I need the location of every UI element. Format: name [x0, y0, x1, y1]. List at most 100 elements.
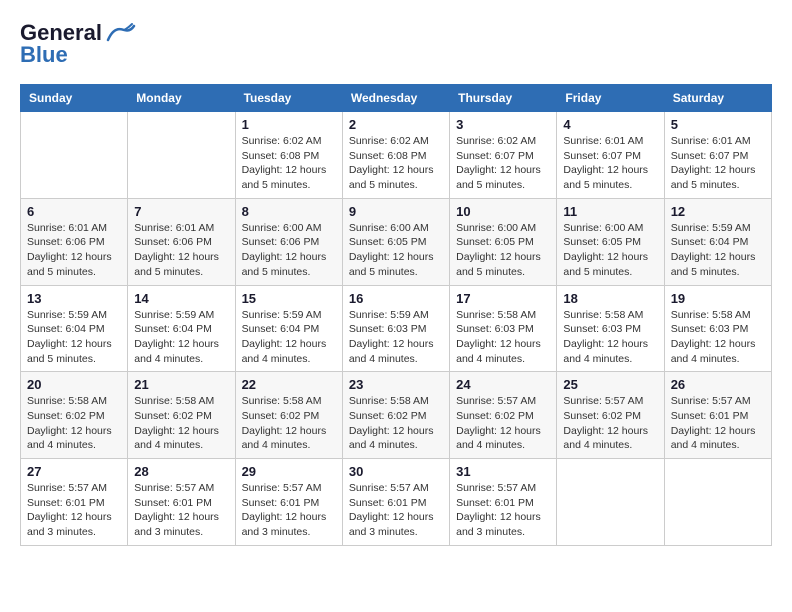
day-info: Sunrise: 6:00 AM Sunset: 6:06 PM Dayligh…: [242, 221, 336, 280]
header-friday: Friday: [557, 85, 664, 112]
day-number: 30: [349, 464, 443, 479]
day-info: Sunrise: 5:58 AM Sunset: 6:03 PM Dayligh…: [671, 308, 765, 367]
calendar-cell: 7 Sunrise: 6:01 AM Sunset: 6:06 PM Daylig…: [128, 198, 235, 285]
logo-bird-icon: [104, 22, 136, 44]
header-saturday: Saturday: [664, 85, 771, 112]
day-number: 6: [27, 204, 121, 219]
calendar-cell: 21 Sunrise: 5:58 AM Sunset: 6:02 PM Dayli…: [128, 372, 235, 459]
calendar-cell: 10Sunrise: 6:00 AM Sunset: 6:05 PM Dayli…: [450, 198, 557, 285]
day-number: 5: [671, 117, 765, 132]
calendar-cell: 11 Sunrise: 6:00 AM Sunset: 6:05 PM Dayli…: [557, 198, 664, 285]
calendar-cell: 1 Sunrise: 6:02 AM Sunset: 6:08 PM Daylig…: [235, 112, 342, 199]
day-number: 18: [563, 291, 657, 306]
day-number: 29: [242, 464, 336, 479]
calendar-cell: 18 Sunrise: 5:58 AM Sunset: 6:03 PM Dayli…: [557, 285, 664, 372]
header-tuesday: Tuesday: [235, 85, 342, 112]
day-info: Sunrise: 5:57 AM Sunset: 6:01 PM Dayligh…: [134, 481, 228, 540]
calendar-cell: 23 Sunrise: 5:58 AM Sunset: 6:02 PM Dayli…: [342, 372, 449, 459]
logo-blue: Blue: [20, 42, 68, 68]
calendar-cell: 14 Sunrise: 5:59 AM Sunset: 6:04 PM Dayli…: [128, 285, 235, 372]
calendar-cell: 16Sunrise: 5:59 AM Sunset: 6:03 PM Dayli…: [342, 285, 449, 372]
day-number: 21: [134, 377, 228, 392]
day-number: 14: [134, 291, 228, 306]
day-number: 26: [671, 377, 765, 392]
calendar-cell: 27 Sunrise: 5:57 AM Sunset: 6:01 PM Dayli…: [21, 459, 128, 546]
calendar-cell: 5 Sunrise: 6:01 AM Sunset: 6:07 PM Daylig…: [664, 112, 771, 199]
day-number: 11: [563, 204, 657, 219]
calendar-cell: 31Sunrise: 5:57 AM Sunset: 6:01 PM Dayli…: [450, 459, 557, 546]
calendar-table: SundayMondayTuesdayWednesdayThursdayFrid…: [20, 84, 772, 546]
day-number: 17: [456, 291, 550, 306]
day-number: 2: [349, 117, 443, 132]
calendar-week-2: 6 Sunrise: 6:01 AM Sunset: 6:06 PM Daylig…: [21, 198, 772, 285]
day-number: 7: [134, 204, 228, 219]
day-info: Sunrise: 5:59 AM Sunset: 6:04 PM Dayligh…: [242, 308, 336, 367]
day-info: Sunrise: 5:58 AM Sunset: 6:02 PM Dayligh…: [134, 394, 228, 453]
calendar-cell: 9 Sunrise: 6:00 AM Sunset: 6:05 PM Daylig…: [342, 198, 449, 285]
logo: General Blue: [20, 20, 136, 68]
calendar-cell: 19 Sunrise: 5:58 AM Sunset: 6:03 PM Dayli…: [664, 285, 771, 372]
calendar-cell: [664, 459, 771, 546]
day-number: 25: [563, 377, 657, 392]
day-number: 27: [27, 464, 121, 479]
day-info: Sunrise: 5:58 AM Sunset: 6:03 PM Dayligh…: [563, 308, 657, 367]
day-number: 20: [27, 377, 121, 392]
calendar-cell: 6 Sunrise: 6:01 AM Sunset: 6:06 PM Daylig…: [21, 198, 128, 285]
calendar-header-row: SundayMondayTuesdayWednesdayThursdayFrid…: [21, 85, 772, 112]
day-info: Sunrise: 6:00 AM Sunset: 6:05 PM Dayligh…: [456, 221, 550, 280]
day-info: Sunrise: 5:58 AM Sunset: 6:03 PM Dayligh…: [456, 308, 550, 367]
calendar-week-4: 20 Sunrise: 5:58 AM Sunset: 6:02 PM Dayli…: [21, 372, 772, 459]
day-number: 22: [242, 377, 336, 392]
day-number: 12: [671, 204, 765, 219]
day-info: Sunrise: 5:58 AM Sunset: 6:02 PM Dayligh…: [27, 394, 121, 453]
day-info: Sunrise: 6:02 AM Sunset: 6:08 PM Dayligh…: [242, 134, 336, 193]
calendar-cell: [21, 112, 128, 199]
day-info: Sunrise: 6:01 AM Sunset: 6:07 PM Dayligh…: [563, 134, 657, 193]
day-info: Sunrise: 5:57 AM Sunset: 6:01 PM Dayligh…: [456, 481, 550, 540]
header-sunday: Sunday: [21, 85, 128, 112]
day-info: Sunrise: 5:57 AM Sunset: 6:01 PM Dayligh…: [242, 481, 336, 540]
day-info: Sunrise: 6:01 AM Sunset: 6:06 PM Dayligh…: [27, 221, 121, 280]
calendar-cell: 22Sunrise: 5:58 AM Sunset: 6:02 PM Dayli…: [235, 372, 342, 459]
day-info: Sunrise: 6:01 AM Sunset: 6:06 PM Dayligh…: [134, 221, 228, 280]
day-number: 4: [563, 117, 657, 132]
header-monday: Monday: [128, 85, 235, 112]
calendar-cell: 24Sunrise: 5:57 AM Sunset: 6:02 PM Dayli…: [450, 372, 557, 459]
day-info: Sunrise: 5:57 AM Sunset: 6:02 PM Dayligh…: [563, 394, 657, 453]
calendar-cell: [557, 459, 664, 546]
day-info: Sunrise: 5:59 AM Sunset: 6:04 PM Dayligh…: [134, 308, 228, 367]
day-number: 15: [242, 291, 336, 306]
day-info: Sunrise: 5:57 AM Sunset: 6:01 PM Dayligh…: [27, 481, 121, 540]
day-info: Sunrise: 6:01 AM Sunset: 6:07 PM Dayligh…: [671, 134, 765, 193]
header-thursday: Thursday: [450, 85, 557, 112]
day-info: Sunrise: 5:59 AM Sunset: 6:04 PM Dayligh…: [27, 308, 121, 367]
day-number: 16: [349, 291, 443, 306]
day-number: 23: [349, 377, 443, 392]
day-number: 24: [456, 377, 550, 392]
day-info: Sunrise: 6:00 AM Sunset: 6:05 PM Dayligh…: [563, 221, 657, 280]
day-number: 1: [242, 117, 336, 132]
day-info: Sunrise: 5:57 AM Sunset: 6:01 PM Dayligh…: [349, 481, 443, 540]
calendar-cell: 12 Sunrise: 5:59 AM Sunset: 6:04 PM Dayli…: [664, 198, 771, 285]
day-info: Sunrise: 5:58 AM Sunset: 6:02 PM Dayligh…: [349, 394, 443, 453]
calendar-cell: 3Sunrise: 6:02 AM Sunset: 6:07 PM Daylig…: [450, 112, 557, 199]
day-info: Sunrise: 6:00 AM Sunset: 6:05 PM Dayligh…: [349, 221, 443, 280]
calendar-cell: 2 Sunrise: 6:02 AM Sunset: 6:08 PM Daylig…: [342, 112, 449, 199]
day-info: Sunrise: 5:57 AM Sunset: 6:01 PM Dayligh…: [671, 394, 765, 453]
calendar-cell: 4 Sunrise: 6:01 AM Sunset: 6:07 PM Daylig…: [557, 112, 664, 199]
calendar-cell: 15 Sunrise: 5:59 AM Sunset: 6:04 PM Dayli…: [235, 285, 342, 372]
calendar-cell: 28 Sunrise: 5:57 AM Sunset: 6:01 PM Dayli…: [128, 459, 235, 546]
calendar-cell: 17 Sunrise: 5:58 AM Sunset: 6:03 PM Dayli…: [450, 285, 557, 372]
calendar-cell: 13Sunrise: 5:59 AM Sunset: 6:04 PM Dayli…: [21, 285, 128, 372]
calendar-cell: 26 Sunrise: 5:57 AM Sunset: 6:01 PM Dayli…: [664, 372, 771, 459]
day-number: 9: [349, 204, 443, 219]
day-info: Sunrise: 6:02 AM Sunset: 6:08 PM Dayligh…: [349, 134, 443, 193]
day-number: 19: [671, 291, 765, 306]
calendar-cell: 20 Sunrise: 5:58 AM Sunset: 6:02 PM Dayli…: [21, 372, 128, 459]
day-info: Sunrise: 5:59 AM Sunset: 6:04 PM Dayligh…: [671, 221, 765, 280]
header-wednesday: Wednesday: [342, 85, 449, 112]
day-number: 28: [134, 464, 228, 479]
calendar-week-3: 13Sunrise: 5:59 AM Sunset: 6:04 PM Dayli…: [21, 285, 772, 372]
calendar-cell: 8Sunrise: 6:00 AM Sunset: 6:06 PM Daylig…: [235, 198, 342, 285]
calendar-cell: [128, 112, 235, 199]
